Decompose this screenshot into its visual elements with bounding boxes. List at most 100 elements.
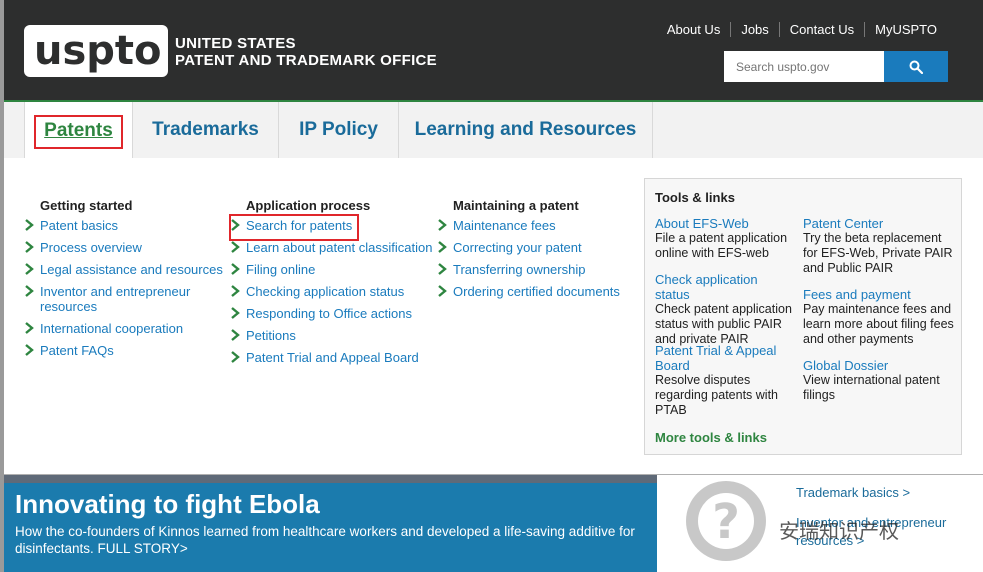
chevron-right-icon bbox=[438, 219, 447, 231]
myuspto-link[interactable]: MyUSPTO bbox=[864, 22, 947, 37]
chevron-right-icon bbox=[25, 219, 34, 231]
about-us-link[interactable]: About Us bbox=[657, 22, 730, 37]
chevron-right-icon bbox=[438, 263, 447, 275]
chevron-right-icon bbox=[231, 329, 240, 341]
question-mark-icon: ? bbox=[686, 481, 766, 561]
list-item[interactable]: Inventor and entrepreneur resources bbox=[24, 284, 194, 314]
agency-name: UNITED STATES PATENT AND TRADEMARK OFFIC… bbox=[175, 35, 437, 69]
menu-link: Ordering certified documents bbox=[453, 284, 620, 299]
tool-fees-payment: Fees and payment Pay maintenance fees an… bbox=[803, 287, 955, 347]
list-item[interactable]: Patent Trial and Appeal Board bbox=[230, 350, 440, 365]
list-item[interactable]: Patent FAQs bbox=[24, 343, 224, 358]
menu-link: Checking application status bbox=[246, 284, 405, 299]
list-item[interactable]: Process overview bbox=[24, 240, 224, 255]
chevron-right-icon bbox=[438, 285, 447, 297]
tab-learning-resources-label: Learning and Resources bbox=[414, 119, 637, 140]
menu-link: Filing online bbox=[246, 262, 316, 277]
menu-link: Patent Trial and Appeal Board bbox=[246, 350, 419, 365]
chevron-right-icon bbox=[231, 263, 240, 275]
chevron-right-icon bbox=[25, 285, 34, 297]
list-item[interactable]: Petitions bbox=[230, 328, 440, 343]
jobs-link[interactable]: Jobs bbox=[730, 22, 778, 37]
list-item[interactable]: Checking application status bbox=[230, 284, 440, 299]
agency-line-2: PATENT AND TRADEMARK OFFICE bbox=[175, 52, 437, 69]
list-item[interactable]: Correcting your patent bbox=[437, 240, 637, 255]
tool-desc: Try the beta replacement for EFS-Web, Pr… bbox=[803, 231, 953, 275]
column-title: Maintaining a patent bbox=[453, 198, 579, 213]
tool-desc: File a patent application online with EF… bbox=[655, 231, 788, 260]
chevron-right-icon bbox=[25, 263, 34, 275]
watermark-text: 安瑞知识产权 bbox=[779, 521, 899, 543]
tool-global-dossier: Global Dossier View international patent… bbox=[803, 358, 948, 403]
chevron-right-icon bbox=[231, 241, 240, 253]
tool-desc: Check patent application status with pub… bbox=[655, 302, 792, 346]
highlight-box-search-for-patents bbox=[229, 214, 359, 241]
tool-link[interactable]: Patent Center bbox=[803, 216, 953, 231]
column-getting-started: Getting started Patent basics Process ov… bbox=[24, 198, 224, 365]
search-button[interactable] bbox=[884, 51, 948, 82]
logo-text: uspto bbox=[34, 28, 162, 74]
agency-line-1: UNITED STATES bbox=[175, 35, 296, 52]
list-item[interactable]: Transferring ownership bbox=[437, 262, 637, 277]
side-links: ? Trademark basics > Inventor and entrep… bbox=[657, 475, 983, 572]
list-item[interactable]: Learn about patent classification bbox=[230, 240, 440, 255]
tool-desc: Pay maintenance fees and learn more abou… bbox=[803, 302, 954, 346]
tab-ip-policy-label: IP Policy bbox=[299, 119, 378, 140]
list-item[interactable]: Patent basics bbox=[24, 218, 224, 233]
tools-title: Tools & links bbox=[655, 190, 735, 205]
tool-link[interactable]: Check application status bbox=[655, 272, 795, 302]
menu-link: Learn about patent classification bbox=[246, 240, 433, 255]
column-title: Getting started bbox=[40, 198, 133, 213]
uspto-logo[interactable]: uspto bbox=[24, 25, 168, 77]
tool-efs-web: About EFS-Web File a patent application … bbox=[655, 216, 795, 261]
patents-mega-menu: Getting started Patent basics Process ov… bbox=[4, 158, 983, 475]
tab-learning-resources[interactable]: Learning and Resources bbox=[399, 102, 653, 158]
menu-link: Responding to Office actions bbox=[246, 306, 412, 321]
utility-nav: About Us Jobs Contact Us MyUSPTO bbox=[657, 22, 947, 37]
contact-us-link[interactable]: Contact Us bbox=[778, 22, 864, 37]
tab-trademarks-label: Trademarks bbox=[152, 119, 259, 140]
menu-link: Process overview bbox=[40, 240, 142, 255]
site-header: uspto UNITED STATES PATENT AND TRADEMARK… bbox=[4, 0, 983, 100]
hero-image-strip bbox=[4, 475, 657, 483]
chevron-right-icon bbox=[231, 285, 240, 297]
list-item[interactable]: International cooperation bbox=[24, 321, 224, 336]
tool-desc: View international patent filings bbox=[803, 373, 940, 402]
svg-text:?: ? bbox=[712, 494, 740, 550]
hero-description[interactable]: How the co-founders of Kinnos learned fr… bbox=[15, 523, 655, 557]
tool-link[interactable]: Fees and payment bbox=[803, 287, 955, 302]
menu-link: Patent basics bbox=[40, 218, 119, 233]
hero-banner[interactable]: Innovating to fight Ebola How the co-fou… bbox=[4, 475, 657, 572]
chevron-right-icon bbox=[25, 241, 34, 253]
column-title: Application process bbox=[246, 198, 371, 213]
menu-link: Maintenance fees bbox=[453, 218, 556, 233]
tool-link[interactable]: Global Dossier bbox=[803, 358, 948, 373]
main-nav: Patents Trademarks IP Policy Learning an… bbox=[4, 100, 983, 160]
column-maintaining-a-patent: Maintaining a patent Maintenance fees Co… bbox=[437, 198, 637, 306]
tool-desc: Resolve disputes regarding patents with … bbox=[655, 373, 778, 417]
chevron-right-icon bbox=[25, 322, 34, 334]
list-item[interactable]: Maintenance fees bbox=[437, 218, 637, 233]
chevron-right-icon bbox=[231, 307, 240, 319]
trademark-basics-link[interactable]: Trademark basics > bbox=[796, 485, 910, 500]
menu-link: Transferring ownership bbox=[453, 262, 586, 277]
menu-link: Legal assistance and resources bbox=[40, 262, 223, 277]
search-form bbox=[724, 51, 948, 82]
hero-title: Innovating to fight Ebola bbox=[15, 489, 320, 519]
list-item[interactable]: Legal assistance and resources bbox=[24, 262, 224, 277]
more-tools-link[interactable]: More tools & links bbox=[655, 430, 767, 445]
list-item[interactable]: Responding to Office actions bbox=[230, 306, 440, 321]
highlight-box-patents bbox=[34, 115, 123, 149]
list-item[interactable]: Ordering certified documents bbox=[437, 284, 637, 299]
tab-trademarks[interactable]: Trademarks bbox=[133, 102, 279, 158]
tools-links-panel: Tools & links About EFS-Web File a paten… bbox=[644, 178, 962, 455]
tool-patent-center: Patent Center Try the beta replacement f… bbox=[803, 216, 953, 276]
tool-link[interactable]: Patent Trial & Appeal Board bbox=[655, 343, 785, 373]
list-item[interactable]: Filing online bbox=[230, 262, 440, 277]
menu-link: International cooperation bbox=[40, 321, 184, 336]
tool-ptab: Patent Trial & Appeal Board Resolve disp… bbox=[655, 343, 785, 418]
search-input[interactable] bbox=[724, 51, 884, 82]
menu-link: Petitions bbox=[246, 328, 296, 343]
tool-link[interactable]: About EFS-Web bbox=[655, 216, 795, 231]
tab-ip-policy[interactable]: IP Policy bbox=[279, 102, 399, 158]
